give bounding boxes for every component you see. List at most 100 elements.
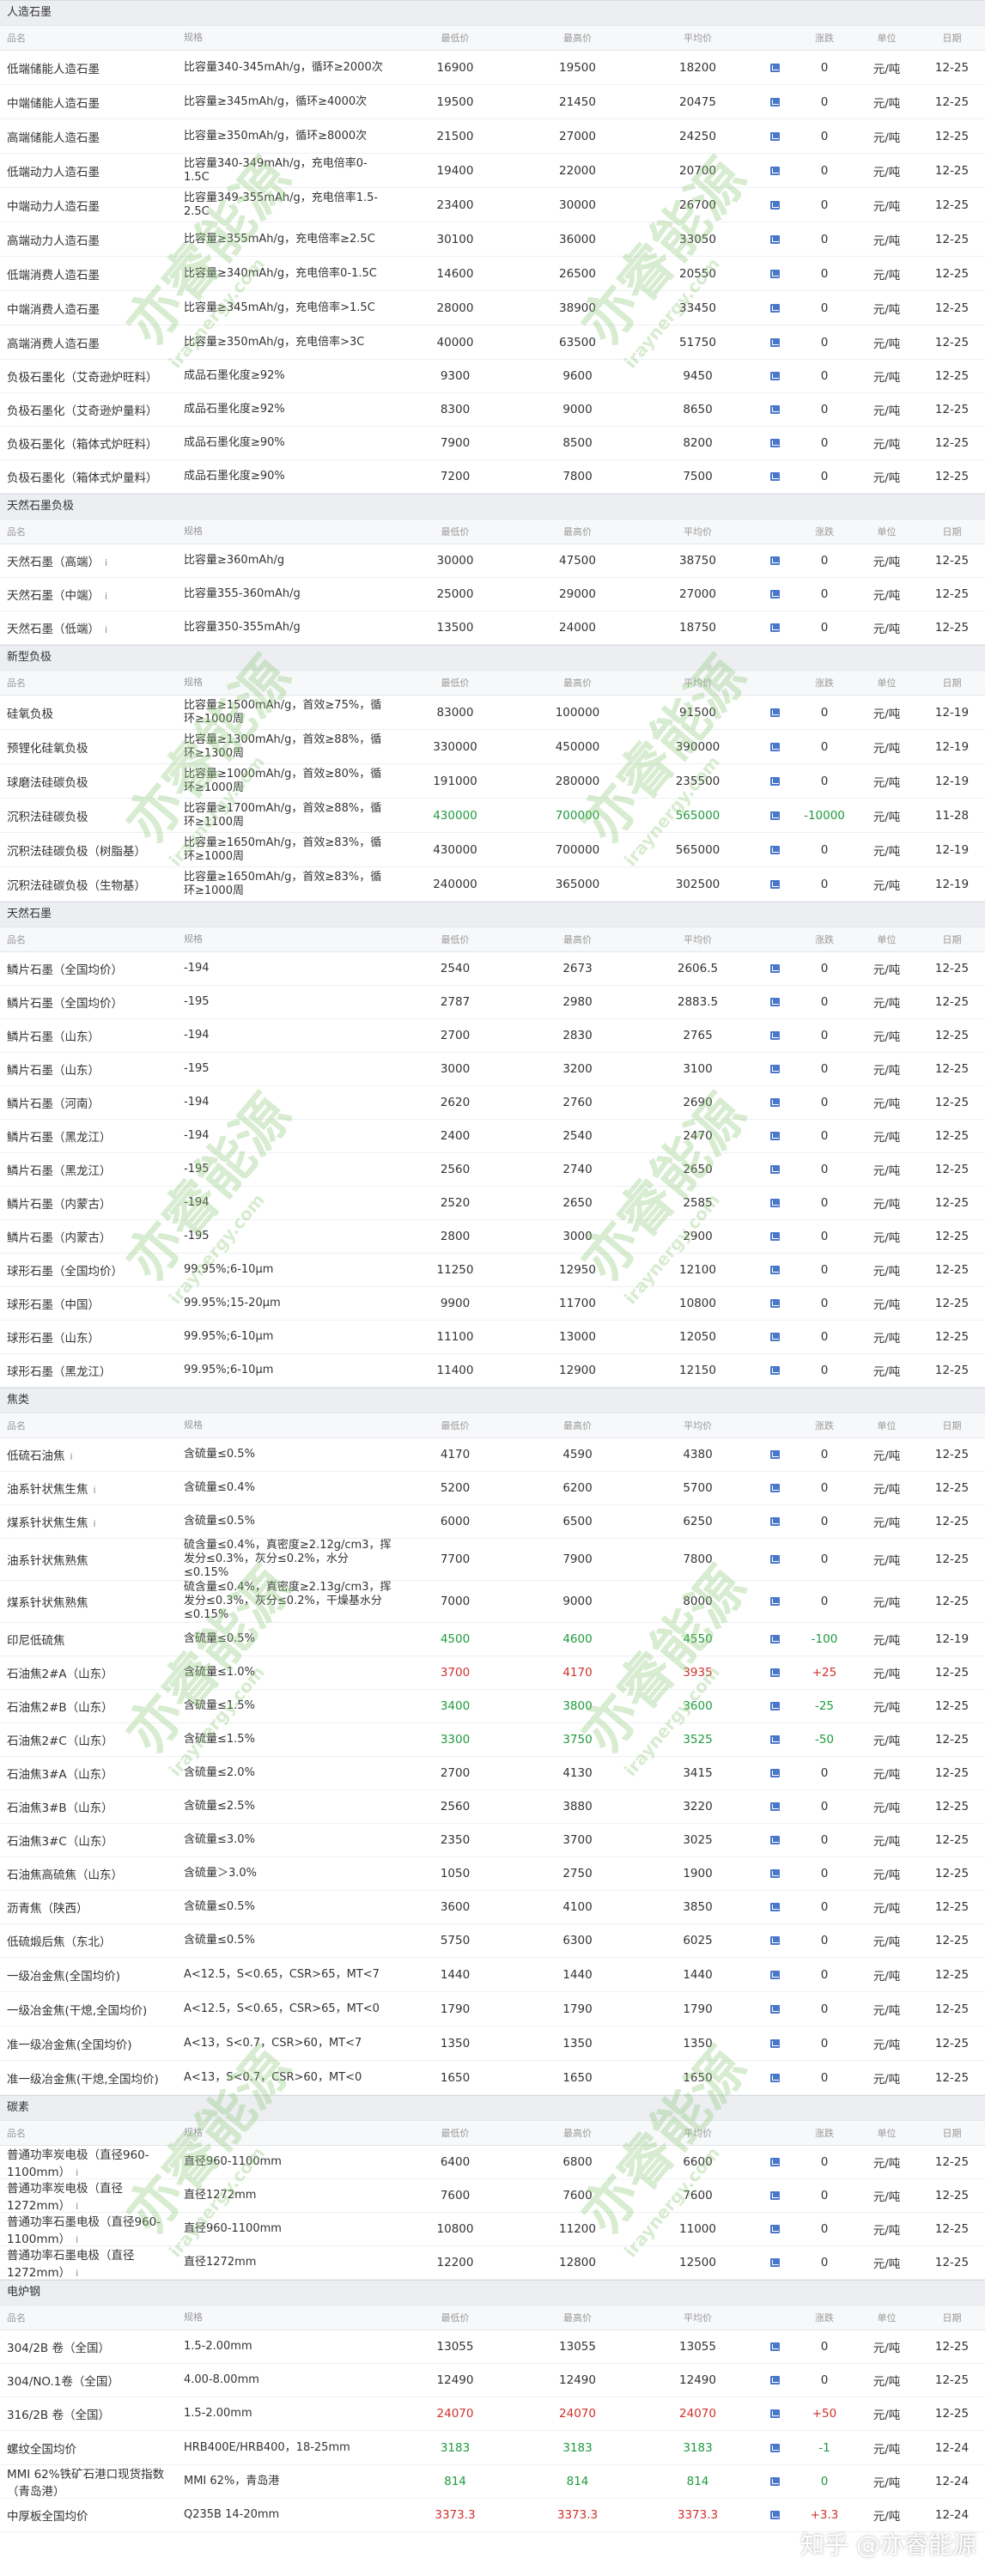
info-icon[interactable]: i — [76, 2167, 78, 2178]
trend-chart-icon[interactable] — [770, 1232, 780, 1241]
chart-cell — [756, 1096, 794, 1109]
trend-chart-icon[interactable] — [770, 964, 780, 973]
trend-chart-icon[interactable] — [770, 1333, 780, 1341]
trend-chart-icon[interactable] — [770, 1266, 780, 1274]
trend-chart-icon[interactable] — [770, 811, 780, 820]
low-price: 1790 — [440, 2002, 471, 2016]
trend-chart-icon[interactable] — [770, 1366, 780, 1375]
info-icon[interactable]: i — [105, 557, 107, 568]
trend-chart-icon[interactable] — [770, 2004, 780, 2014]
trend-chart-icon[interactable] — [770, 2225, 780, 2233]
high-price: 12900 — [559, 1364, 596, 1377]
trend-chart-icon[interactable] — [770, 1031, 780, 1040]
chart-cell — [756, 1129, 794, 1143]
trend-chart-icon[interactable] — [770, 63, 780, 72]
info-icon[interactable]: i — [76, 2201, 78, 2212]
trend-chart-icon[interactable] — [770, 623, 780, 632]
trend-chart-icon[interactable] — [770, 2376, 780, 2385]
info-icon[interactable]: i — [94, 1485, 96, 1496]
trend-chart-icon[interactable] — [770, 1098, 780, 1107]
trend-chart-icon[interactable] — [770, 2477, 780, 2486]
info-icon[interactable]: i — [76, 2234, 78, 2245]
trend-chart-icon[interactable] — [770, 97, 780, 106]
table-row: 一级冶金焦(全国均价) A<12.5，S<0.65，CSR>65，MT<7 1440… — [0, 1958, 985, 1992]
column-header-date: 日期 — [942, 2128, 962, 2139]
column-header-row: 品名 规格 最低价 最高价 平均价 涨跌 单位 日期 — [0, 25, 985, 51]
trend-chart-icon[interactable] — [770, 2409, 780, 2418]
trend-chart-icon[interactable] — [770, 2443, 780, 2452]
info-icon[interactable]: i — [94, 1518, 96, 1529]
trend-chart-icon[interactable] — [770, 2038, 780, 2048]
trend-chart-icon[interactable] — [770, 1735, 780, 1744]
trend-chart-icon[interactable] — [770, 708, 780, 717]
trend-chart-icon[interactable] — [770, 131, 780, 141]
trend-chart-icon[interactable] — [770, 372, 780, 380]
trend-chart-icon[interactable] — [770, 998, 780, 1006]
trend-chart-icon[interactable] — [770, 879, 780, 889]
trend-chart-icon[interactable] — [770, 1517, 780, 1526]
trend-chart-icon[interactable] — [770, 1597, 780, 1606]
table-row: 印尼低硫焦 含硫量≤0.5% 4500 4600 4550 -100 元/吨 12-19 — [0, 1623, 985, 1656]
trend-chart-icon[interactable] — [770, 1668, 780, 1677]
unit: 元/吨 — [873, 1701, 901, 1715]
date: 12-25 — [934, 2222, 970, 2236]
trend-chart-icon[interactable] — [770, 590, 780, 598]
trend-chart-icon[interactable] — [770, 472, 780, 481]
trend-chart-icon[interactable] — [770, 439, 780, 447]
info-icon[interactable]: i — [105, 624, 107, 635]
low-price: 2400 — [440, 1129, 471, 1143]
trend-chart-icon[interactable] — [770, 2258, 780, 2267]
chart-cell — [756, 2222, 794, 2236]
date: 12-19 — [934, 842, 970, 857]
trend-chart-icon[interactable] — [770, 1132, 780, 1140]
trend-chart-icon[interactable] — [770, 2158, 780, 2166]
trend-chart-icon[interactable] — [770, 166, 780, 175]
trend-chart-icon[interactable] — [770, 1450, 780, 1459]
trend-chart-icon[interactable] — [770, 1836, 780, 1844]
chart-cell — [756, 1595, 794, 1608]
trend-chart-icon[interactable] — [770, 1769, 780, 1777]
trend-chart-icon[interactable] — [770, 1165, 780, 1174]
trend-chart-icon[interactable] — [770, 1199, 780, 1207]
trend-chart-icon[interactable] — [770, 2191, 780, 2200]
unit: 元/吨 — [873, 1449, 901, 1463]
trend-chart-icon[interactable] — [770, 2073, 780, 2082]
trend-chart-icon[interactable] — [770, 742, 780, 751]
trend-chart-icon[interactable] — [770, 1299, 780, 1308]
trend-chart-icon[interactable] — [770, 1635, 780, 1643]
trend-chart-icon[interactable] — [770, 1903, 780, 1911]
unit: 元/吨 — [873, 1483, 901, 1497]
chart-cell — [756, 775, 794, 788]
trend-chart-icon[interactable] — [770, 556, 780, 565]
trend-chart-icon[interactable] — [770, 337, 780, 347]
trend-chart-icon[interactable] — [770, 1869, 780, 1878]
avg-price: 814 — [686, 2475, 709, 2488]
info-icon[interactable]: i — [70, 1451, 73, 1462]
trend-chart-icon[interactable] — [770, 1702, 780, 1710]
trend-chart-icon[interactable] — [770, 1065, 780, 1073]
trend-chart-icon[interactable] — [770, 2342, 780, 2351]
column-header-name: 品名 — [7, 1420, 26, 1431]
trend-chart-icon[interactable] — [770, 1802, 780, 1811]
table-row: 普通功率炭电极（直径960-1100mm） i 直径960-1100mm 6400 68… — [0, 2146, 985, 2179]
trend-chart-icon[interactable] — [770, 1970, 780, 1979]
low-price: 2560 — [440, 1163, 471, 1176]
trend-chart-icon[interactable] — [770, 269, 780, 278]
info-icon[interactable]: i — [105, 591, 107, 602]
trend-chart-icon[interactable] — [770, 1555, 780, 1564]
trend-chart-icon[interactable] — [770, 776, 780, 786]
column-header-low: 最低价 — [441, 2312, 470, 2324]
info-icon[interactable]: i — [76, 2268, 78, 2279]
trend-chart-icon[interactable] — [770, 2511, 780, 2519]
product-name-text: 石油焦3#C（山东） — [7, 1835, 113, 1849]
product-name-text: 鳞片石墨（河南） — [7, 1097, 100, 1111]
trend-chart-icon[interactable] — [770, 405, 780, 414]
trend-chart-icon[interactable] — [770, 234, 780, 244]
trend-chart-icon[interactable] — [770, 200, 780, 210]
trend-chart-icon[interactable] — [770, 303, 780, 313]
table-row: 鳞片石墨（山东） -195 3000 3200 3100 0 元/吨 12-25 — [0, 1053, 985, 1086]
date: 12-24 — [934, 2508, 970, 2522]
trend-chart-icon[interactable] — [770, 1484, 780, 1492]
trend-chart-icon[interactable] — [770, 1936, 780, 1945]
trend-chart-icon[interactable] — [770, 845, 780, 854]
